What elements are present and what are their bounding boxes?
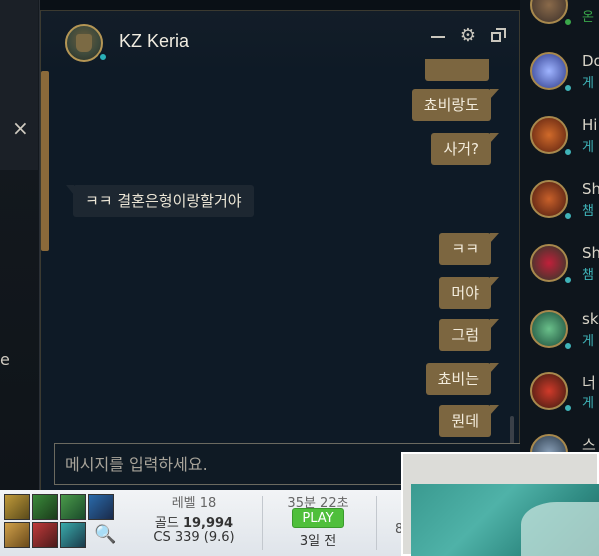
close-icon[interactable]: × <box>12 118 29 138</box>
friend-status-dot <box>563 211 573 221</box>
cs-label: CS 339 (9.6) <box>153 530 235 545</box>
minimize-icon[interactable] <box>427 25 449 47</box>
play-button[interactable]: PLAY <box>292 508 344 528</box>
gold-label: 골드 <box>154 516 179 531</box>
friend-item[interactable]: Hi 게 <box>520 112 599 172</box>
avatar-image <box>76 34 92 52</box>
popout-icon[interactable] <box>487 25 509 47</box>
video-frame <box>411 484 599 556</box>
friend-name: Sh <box>582 244 599 262</box>
friend-status: 온 <box>582 10 594 25</box>
video-overlay[interactable] <box>401 452 599 556</box>
contact-name[interactable]: KZ Keria <box>119 31 189 52</box>
friend-item[interactable]: Do 게 <box>520 48 599 108</box>
friend-avatar <box>530 180 568 218</box>
friend-status: 게 <box>582 396 594 411</box>
match-history-row: 🔍 레벨 18 골드 19,994 CS 339 (9.6) 35분 22초 P… <box>0 490 410 556</box>
message-bubble-outgoing: 머야 <box>439 277 499 309</box>
friend-status: 게 <box>582 76 594 91</box>
item-icon <box>60 494 86 520</box>
item-icon <box>32 494 58 520</box>
friend-avatar <box>530 244 568 282</box>
friend-status-dot <box>563 83 573 93</box>
gear-icon[interactable]: ⚙ <box>457 25 479 47</box>
friend-avatar <box>530 310 568 348</box>
friend-status-dot <box>563 17 573 27</box>
message-bubble-outgoing: ㅋㅋ <box>439 233 499 265</box>
friend-avatar <box>530 52 568 90</box>
left-panel: × e <box>0 0 40 490</box>
message-bubble-outgoing: 쵸비는 <box>425 363 500 395</box>
match-ago: 3일 전 <box>299 534 337 549</box>
level-label: 레벨 18 <box>171 496 217 511</box>
friend-item[interactable]: Sh 챔 <box>520 240 599 300</box>
friend-avatar <box>530 116 568 154</box>
scroll-indicator[interactable] <box>41 71 49 251</box>
item-icon <box>4 494 30 520</box>
left-panel-strip <box>0 0 38 170</box>
friends-list: 온 Do 게 Hi 게 Sh 챔 Sh 챔 sk 게 너 게 스 <box>520 0 599 472</box>
friend-status: 게 <box>582 334 594 349</box>
scrollbar[interactable] <box>510 416 514 446</box>
friend-status-dot <box>563 403 573 413</box>
item-icon <box>60 522 86 548</box>
friend-name: Sh <box>582 180 599 198</box>
friend-item[interactable]: 너 게 <box>520 368 599 428</box>
friend-status: 게 <box>582 140 594 155</box>
friend-name: 너 <box>582 374 596 392</box>
friend-status-dot <box>563 275 573 285</box>
message-bubble-outgoing: 사거? <box>431 133 499 165</box>
online-status-dot <box>98 52 108 62</box>
friend-item[interactable]: sk 게 <box>520 306 599 366</box>
friend-status-dot <box>563 341 573 351</box>
friend-item[interactable]: 온 <box>520 0 599 42</box>
friend-name: Hi <box>582 116 598 134</box>
chat-window: KZ Keria ⚙ 쵸비랑도 사거? ㅋㅋ 결혼은형이랑할거야 ㅋㅋ 머야 그… <box>40 10 520 496</box>
divider <box>376 496 377 550</box>
friend-status-dot <box>563 147 573 157</box>
item-icon <box>4 522 30 548</box>
gold-line: 골드 19,994 <box>128 512 260 531</box>
item-icon <box>32 522 58 548</box>
gold-value: 19,994 <box>182 516 234 531</box>
video-figure <box>521 502 599 556</box>
friend-name: Do <box>582 52 599 70</box>
message-bubble-outgoing: 뭔데 <box>439 405 499 437</box>
friend-name: sk <box>582 310 599 328</box>
item-grid: 🔍 <box>0 494 120 552</box>
search-icon[interactable]: 🔍 <box>94 524 116 546</box>
message-bubble-outgoing: 그럼 <box>439 319 499 351</box>
friend-status: 챔 <box>582 204 594 219</box>
friend-status: 챔 <box>582 268 594 283</box>
item-icon <box>88 494 114 520</box>
friend-item[interactable]: Sh 챔 <box>520 176 599 236</box>
message-bubble-incoming: ㅋㅋ 결혼은형이랑할거야 <box>66 185 254 217</box>
match-stats: 레벨 18 골드 19,994 CS 339 (9.6) <box>128 490 260 556</box>
message-bubble-outgoing: 쵸비랑도 <box>411 89 500 121</box>
friend-avatar <box>530 372 568 410</box>
match-time: 35분 22초 PLAY 3일 전 <box>262 490 374 556</box>
message-bubble-partial <box>425 59 489 81</box>
left-panel-partial-text: e <box>0 350 10 369</box>
